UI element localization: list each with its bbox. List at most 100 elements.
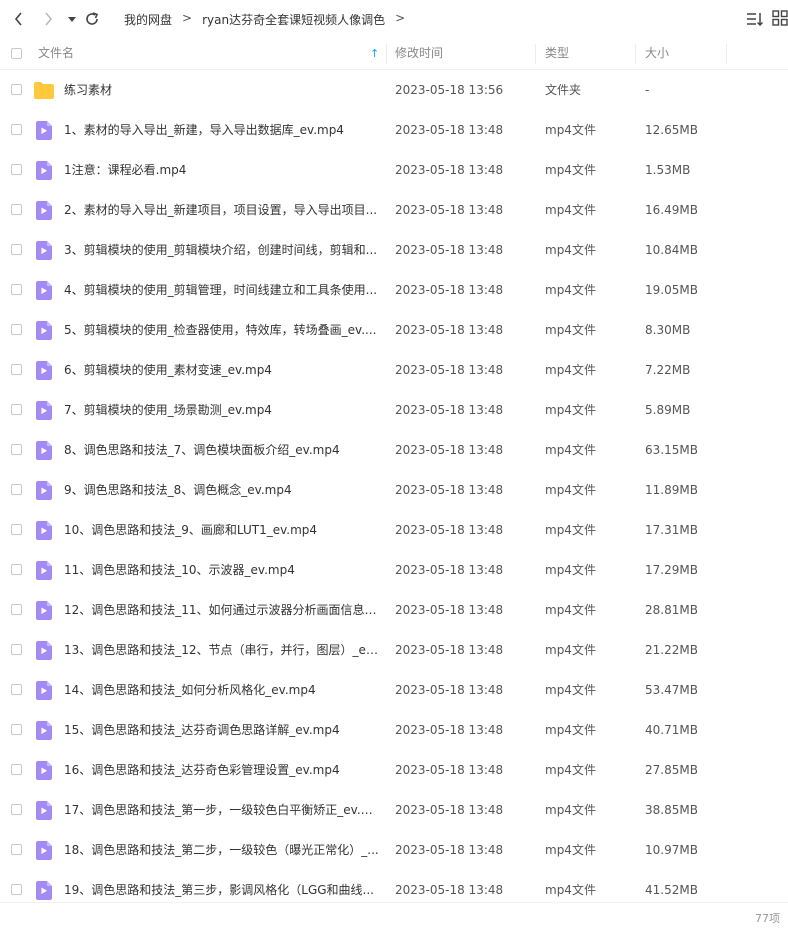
file-row[interactable]: 18、调色思路和技法_第二步，一级较色（曝光正常化）_... 2023-05-18… [0,830,788,870]
video-file-icon [36,881,52,904]
file-name[interactable]: 19、调色思路和技法_第三步，影调风格化（LGG和曲线... [64,870,379,910]
file-size: 41.52MB [645,883,698,897]
file-size: 40.71MB [645,723,698,737]
file-name[interactable]: 5、剪辑模块的使用_检查器使用，特效库，转场叠画_ev.... [64,310,379,350]
row-checkbox[interactable] [11,404,22,415]
breadcrumb-item-current[interactable]: ryan达芬奇全套课短视频人像调色 [202,11,385,28]
row-checkbox[interactable] [11,204,22,215]
file-row[interactable]: 7、剪辑模块的使用_场景勘测_ev.mp4 2023-05-18 13:48 mp4… [0,390,788,430]
file-name[interactable]: 练习素材 [64,70,379,110]
file-name[interactable]: 9、调色思路和技法_8、调色概念_ev.mp4 [64,470,379,510]
column-divider[interactable] [386,44,387,64]
file-name[interactable]: 8、调色思路和技法_7、调色模块面板介绍_ev.mp4 [64,430,379,470]
row-checkbox[interactable] [11,124,22,135]
file-row[interactable]: 13、调色思路和技法_12、节点（串行，并行，图层）_ev... 2023-05-… [0,630,788,670]
row-checkbox[interactable] [11,284,22,295]
file-name[interactable]: 7、剪辑模块的使用_场景勘测_ev.mp4 [64,390,379,430]
row-checkbox[interactable] [11,84,22,95]
row-checkbox[interactable] [11,764,22,775]
file-row[interactable]: 14、调色思路和技法_如何分析风格化_ev.mp4 2023-05-18 13:4… [0,670,788,710]
file-type: mp4文件 [545,643,596,657]
file-modified-time: 2023-05-18 13:48 [395,683,504,697]
file-name[interactable]: 14、调色思路和技法_如何分析风格化_ev.mp4 [64,670,379,710]
file-row[interactable]: 9、调色思路和技法_8、调色概念_ev.mp4 2023-05-18 13:48 m… [0,470,788,510]
file-size: 17.29MB [645,563,698,577]
file-size: 5.89MB [645,403,691,417]
file-row[interactable]: 10、调色思路和技法_9、画廊和LUT1_ev.mp4 2023-05-18 13… [0,510,788,550]
chevron-right-icon[interactable] [38,9,58,29]
file-row[interactable]: 12、调色思路和技法_11、如何通过示波器分析画面信息_... 2023-05-1… [0,590,788,630]
row-checkbox[interactable] [11,444,22,455]
row-checkbox[interactable] [11,644,22,655]
file-name[interactable]: 11、调色思路和技法_10、示波器_ev.mp4 [64,550,379,590]
file-name[interactable]: 16、调色思路和技法_达芬奇色彩管理设置_ev.mp4 [64,750,379,790]
column-time[interactable]: 修改时间 [395,38,443,69]
file-name[interactable]: 1、素材的导入导出_新建，导入导出数据库_ev.mp4 [64,110,379,150]
file-row[interactable]: 1、素材的导入导出_新建，导入导出数据库_ev.mp4 2023-05-18 13… [0,110,788,150]
row-checkbox[interactable] [11,804,22,815]
file-row[interactable]: 4、剪辑模块的使用_剪辑管理，时间线建立和工具条使用... 2023-05-18 … [0,270,788,310]
row-checkbox[interactable] [11,724,22,735]
file-name[interactable]: 4、剪辑模块的使用_剪辑管理，时间线建立和工具条使用... [64,270,379,310]
row-checkbox[interactable] [11,564,22,575]
file-name[interactable]: 18、调色思路和技法_第二步，一级较色（曝光正常化）_... [64,830,379,870]
video-file-icon [36,721,52,744]
file-size: 63.15MB [645,443,698,457]
file-row[interactable]: 6、剪辑模块的使用_素材变速_ev.mp4 2023-05-18 13:48 mp4… [0,350,788,390]
file-row[interactable]: 11、调色思路和技法_10、示波器_ev.mp4 2023-05-18 13:48… [0,550,788,590]
file-type: mp4文件 [545,243,596,257]
column-divider[interactable] [535,44,536,64]
file-row[interactable]: 3、剪辑模块的使用_剪辑模块介绍，创建时间线，剪辑和... 2023-05-18 … [0,230,788,270]
row-checkbox[interactable] [11,844,22,855]
file-row[interactable]: 15、调色思路和技法_达芬奇调色思路详解_ev.mp4 2023-05-18 13… [0,710,788,750]
row-checkbox[interactable] [11,684,22,695]
select-all-checkbox[interactable] [11,48,22,59]
file-row[interactable]: 8、调色思路和技法_7、调色模块面板介绍_ev.mp4 2023-05-18 13… [0,430,788,470]
file-name[interactable]: 13、调色思路和技法_12、节点（串行，并行，图层）_ev... [64,630,379,670]
video-file-icon [36,241,52,264]
file-size: 16.49MB [645,203,698,217]
file-row[interactable]: 2、素材的导入导出_新建项目，项目设置，导入导出项目... 2023-05-18 … [0,190,788,230]
sort-ascending-icon[interactable]: ↑ [370,38,379,69]
file-name[interactable]: 17、调色思路和技法_第一步，一级较色白平衡矫正_ev.m... [64,790,379,830]
column-divider[interactable] [635,44,636,64]
file-name[interactable]: 15、调色思路和技法_达芬奇调色思路详解_ev.mp4 [64,710,379,750]
column-size[interactable]: 大小 [645,38,669,69]
file-modified-time: 2023-05-18 13:48 [395,283,504,297]
row-checkbox[interactable] [11,324,22,335]
file-modified-time: 2023-05-18 13:48 [395,403,504,417]
caret-down-icon[interactable] [62,9,82,29]
column-type[interactable]: 类型 [545,38,569,69]
row-checkbox[interactable] [11,244,22,255]
file-name[interactable]: 6、剪辑模块的使用_素材变速_ev.mp4 [64,350,379,390]
file-row[interactable]: 练习素材 2023-05-18 13:56 文件夹 - [0,70,788,110]
row-checkbox[interactable] [11,524,22,535]
refresh-icon[interactable] [82,9,102,29]
file-modified-time: 2023-05-18 13:48 [395,643,504,657]
row-checkbox[interactable] [11,884,22,895]
file-name[interactable]: 10、调色思路和技法_9、画廊和LUT1_ev.mp4 [64,510,379,550]
file-row[interactable]: 19、调色思路和技法_第三步，影调风格化（LGG和曲线... 2023-05-18… [0,870,788,910]
file-modified-time: 2023-05-18 13:48 [395,483,504,497]
file-row[interactable]: 1注意：课程必看.mp4 2023-05-18 13:48 mp4文件 1.53MB [0,150,788,190]
row-checkbox[interactable] [11,164,22,175]
file-row[interactable]: 17、调色思路和技法_第一步，一级较色白平衡矫正_ev.m... 2023-05-… [0,790,788,830]
file-size: 11.89MB [645,483,698,497]
grid-view-icon[interactable] [772,10,788,28]
file-row[interactable]: 5、剪辑模块的使用_检查器使用，特效库，转场叠画_ev.... 2023-05-1… [0,310,788,350]
breadcrumb-item-root[interactable]: 我的网盘 [124,11,172,28]
file-type: mp4文件 [545,803,596,817]
sort-list-icon[interactable] [746,10,764,28]
chevron-left-icon[interactable] [9,9,29,29]
file-name[interactable]: 2、素材的导入导出_新建项目，项目设置，导入导出项目... [64,190,379,230]
row-checkbox[interactable] [11,604,22,615]
column-divider[interactable] [726,44,727,64]
row-checkbox[interactable] [11,364,22,375]
file-name[interactable]: 12、调色思路和技法_11、如何通过示波器分析画面信息_... [64,590,379,630]
folder-icon [34,82,54,103]
file-name[interactable]: 1注意：课程必看.mp4 [64,150,379,190]
column-name[interactable]: 文件名 [38,38,74,69]
file-name[interactable]: 3、剪辑模块的使用_剪辑模块介绍，创建时间线，剪辑和... [64,230,379,270]
file-row[interactable]: 16、调色思路和技法_达芬奇色彩管理设置_ev.mp4 2023-05-18 13… [0,750,788,790]
row-checkbox[interactable] [11,484,22,495]
